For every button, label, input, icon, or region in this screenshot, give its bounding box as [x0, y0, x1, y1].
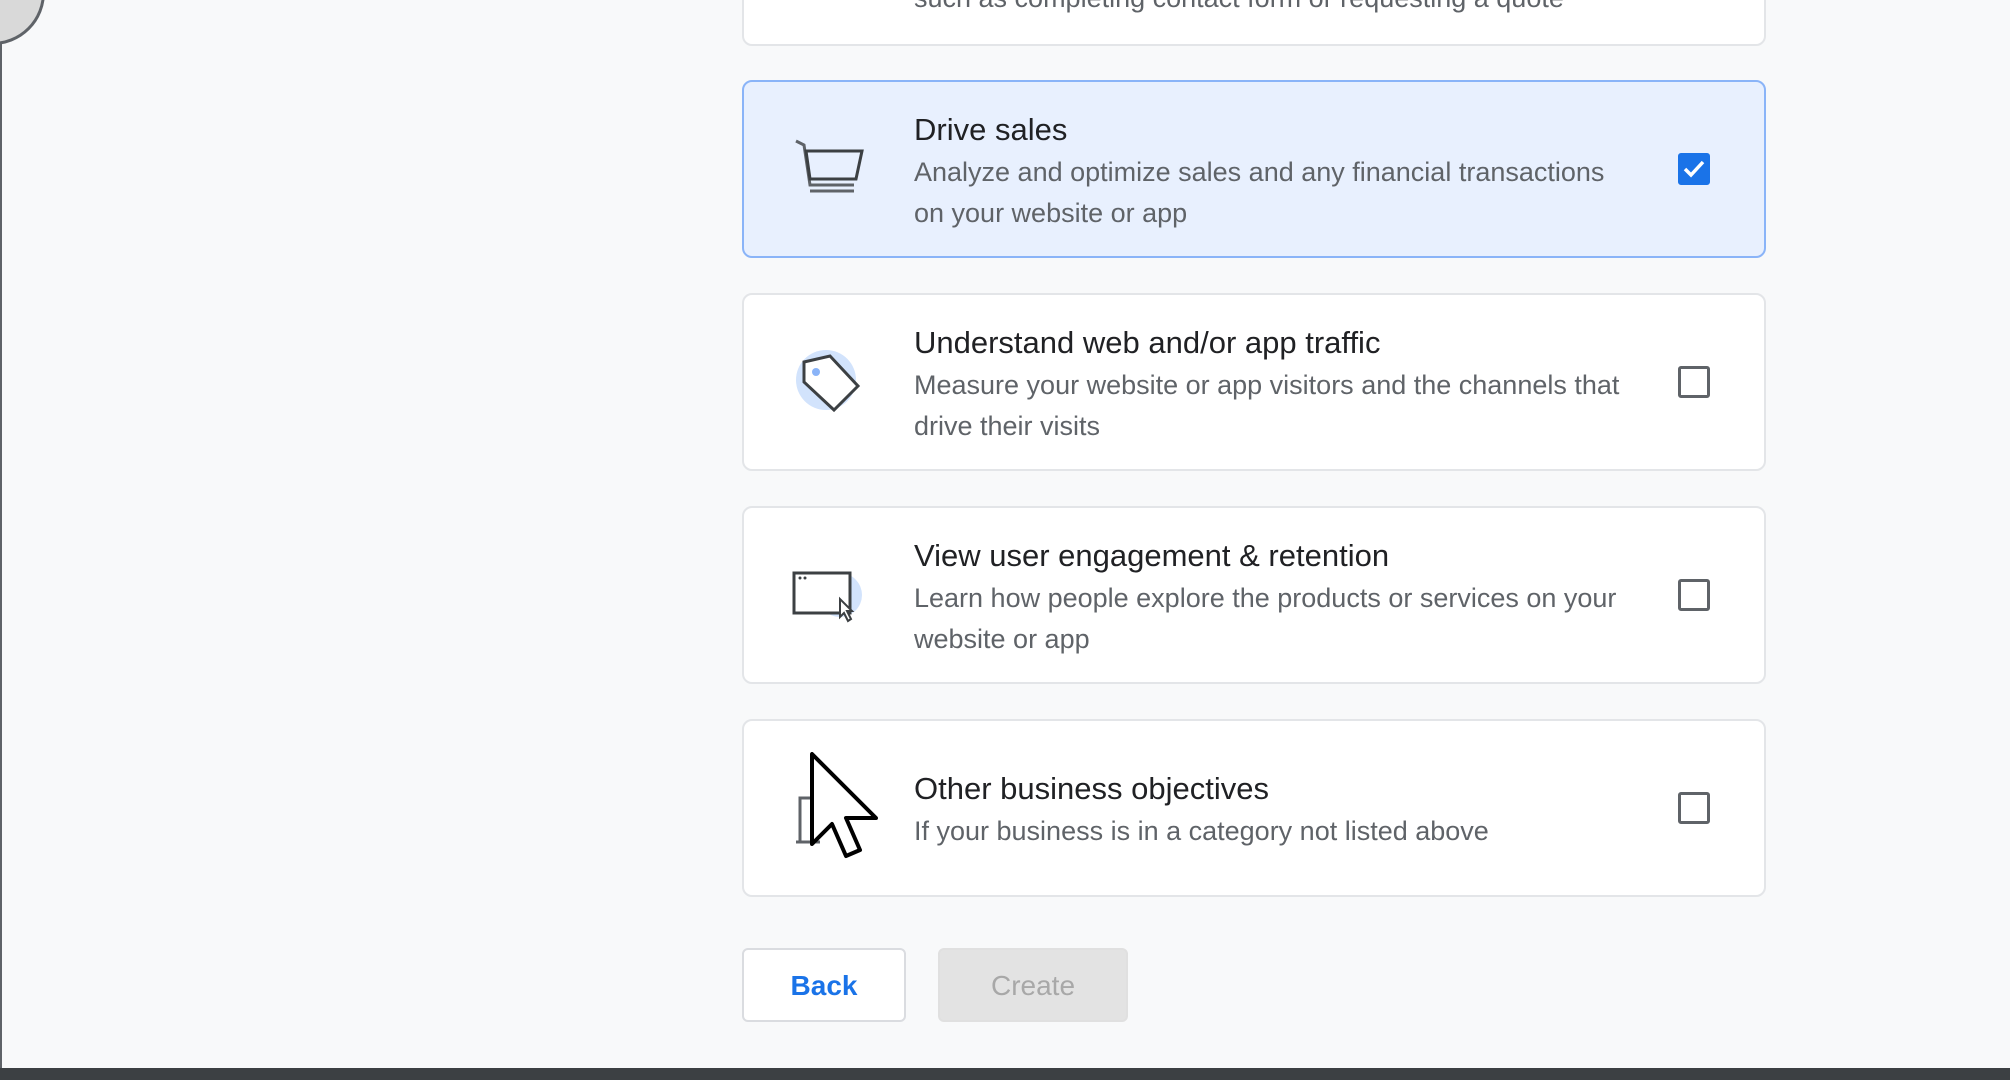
mouse-cursor-icon [810, 752, 878, 858]
browser-window-icon [790, 555, 870, 635]
shopping-cart-icon [790, 129, 870, 209]
objective-title: View user engagement & retention [914, 538, 1390, 573]
objective-title: Other business objectives [914, 771, 1269, 806]
objective-description: Measure your website or app visitors and… [914, 370, 1620, 441]
objective-card-drive-sales[interactable]: Drive sales Analyze and optimize sales a… [742, 80, 1766, 258]
objective-card-partial[interactable]: such as completing contact form or reque… [742, 0, 1766, 46]
objective-description: Analyze and optimize sales and any finan… [914, 157, 1605, 228]
tag-icon [790, 342, 870, 422]
objective-card-engagement[interactable]: View user engagement & retention Learn h… [742, 506, 1766, 684]
objective-card-web-traffic[interactable]: Understand web and/or app traffic Measur… [742, 293, 1766, 471]
web-traffic-checkbox[interactable] [1678, 366, 1710, 398]
taskbar [0, 1068, 2010, 1080]
objective-description: If your business is in a category not li… [914, 816, 1489, 846]
objective-title: Drive sales [914, 112, 1068, 147]
objective-card-other[interactable]: Other business objectives If your busine… [742, 719, 1766, 897]
objective-title: Understand web and/or app traffic [914, 325, 1381, 360]
objective-description: such as completing contact form or reque… [914, 0, 1564, 19]
avatar [0, 0, 45, 45]
objective-description: Learn how people explore the products or… [914, 583, 1617, 654]
back-button[interactable]: Back [742, 948, 906, 1022]
create-button[interactable]: Create [938, 948, 1128, 1022]
drive-sales-checkbox[interactable] [1678, 153, 1710, 185]
other-objectives-checkbox[interactable] [1678, 792, 1710, 824]
checkmark-icon [1683, 160, 1705, 178]
window-edge [0, 0, 2, 1068]
engagement-checkbox[interactable] [1678, 579, 1710, 611]
